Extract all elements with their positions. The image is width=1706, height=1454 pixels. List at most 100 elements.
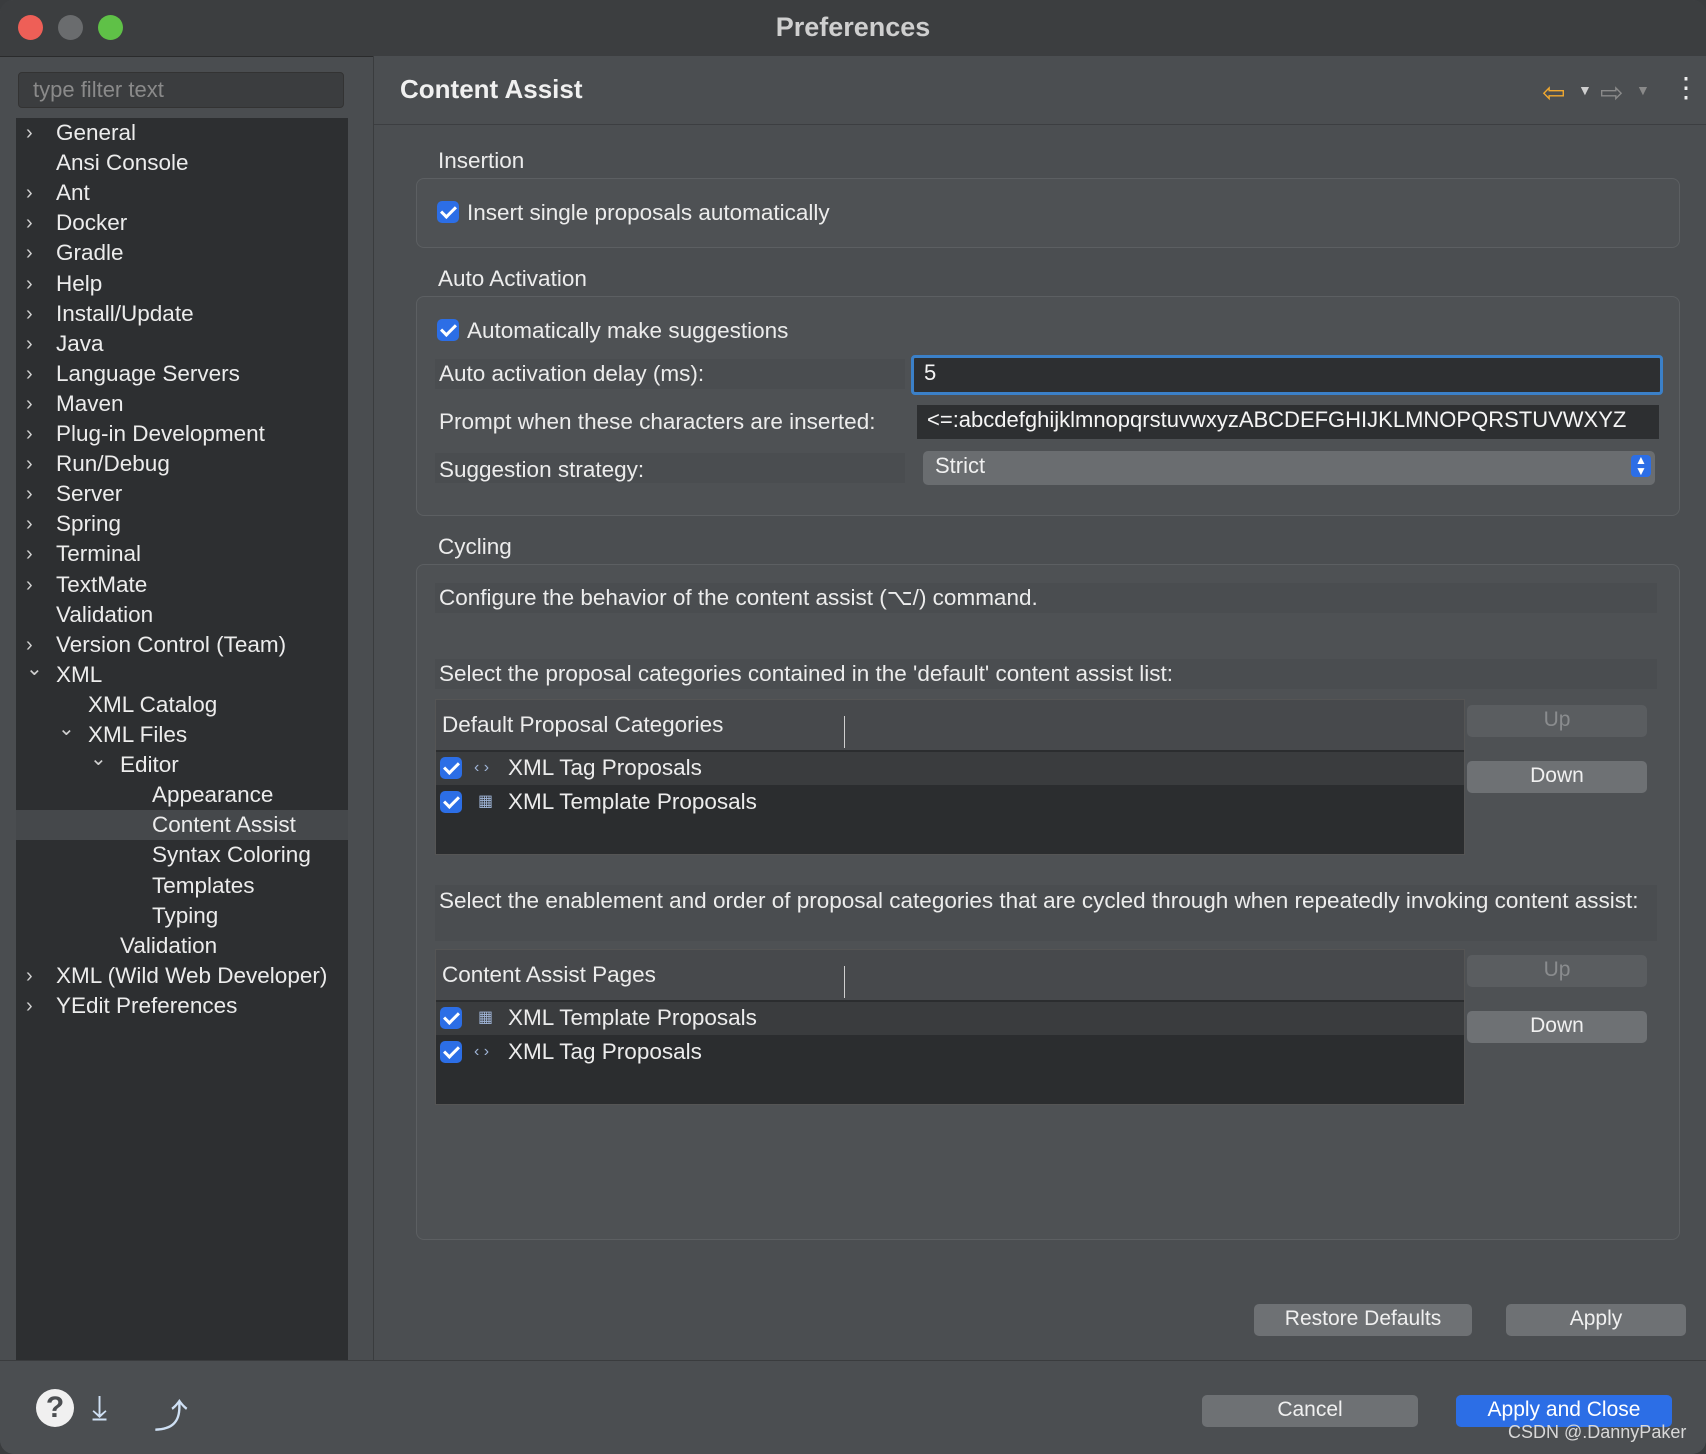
tree-item[interactable]: XML Catalog [16,690,348,720]
column-resize-handle[interactable] [844,716,845,748]
chevron-down-icon[interactable]: ⌄ [58,719,75,750]
delay-input[interactable]: 5 [911,355,1663,395]
tree-item-label: Validation [120,932,218,958]
tree-item[interactable]: › XML (Wild Web Developer) [16,961,348,991]
row-checkbox[interactable] [440,1041,462,1063]
restore-defaults-button[interactable]: Restore Defaults [1254,1304,1472,1336]
tree-item[interactable]: › Terminal [16,539,348,569]
table-row[interactable]: ▦ XML Template Proposals [436,786,1464,819]
tree-item-label: Version Control (Team) [56,631,287,657]
chevron-right-icon[interactable]: › [26,299,42,329]
chevron-right-icon[interactable]: › [26,961,42,991]
apply-button[interactable]: Apply [1506,1304,1686,1336]
xml-template-icon: ▦ [478,1009,494,1026]
header-divider [374,124,1706,125]
tree-item[interactable]: ⌄ XML Files [16,719,348,750]
tree-item[interactable]: Appearance [16,780,348,810]
tree-item[interactable]: › Server [16,479,348,509]
chevron-right-icon[interactable]: › [26,539,42,569]
default-categories-header-label: Default Proposal Categories [442,712,724,737]
tree-item[interactable]: › YEdit Preferences [16,991,348,1021]
forward-history-dropdown-icon[interactable]: ▼ [1636,82,1650,98]
tree-item-label: Language Servers [56,360,240,386]
tree-item[interactable]: Typing [16,901,348,931]
chevron-right-icon[interactable]: › [26,238,42,268]
tree-item[interactable]: › Help [16,269,348,299]
import-icon[interactable]: ⤓ [92,1389,107,1428]
tree-item[interactable]: › Spring [16,509,348,539]
tree-item[interactable]: Validation [16,931,348,961]
tree-item[interactable]: › Docker [16,208,348,238]
chevron-right-icon[interactable]: › [26,630,42,660]
export-icon[interactable]: ⤴ [154,1389,188,1438]
auto-suggest-checkbox[interactable] [437,319,459,341]
tree-item[interactable]: › Plug-in Development [16,419,348,449]
chevron-down-icon[interactable]: ⌄ [90,749,107,780]
tree-item[interactable]: Ansi Console [16,148,348,178]
help-icon[interactable]: ? [36,1389,74,1427]
chevron-right-icon[interactable]: › [26,991,42,1021]
tree-item[interactable]: › TextMate [16,570,348,600]
tree-item-label: YEdit Preferences [56,992,238,1018]
tree-item[interactable]: › Install/Update [16,299,348,329]
tree-item-label: Appearance [152,782,274,808]
chevron-right-icon[interactable]: › [26,389,42,419]
cycling-group-label: Cycling [438,534,512,559]
chevron-right-icon[interactable]: › [26,178,42,208]
suggestion-strategy-value: Strict [935,453,986,478]
tree-item[interactable]: › General [16,118,348,148]
content-assist-pages-header[interactable]: Content Assist Pages [436,950,1464,1000]
tree-item[interactable]: ⌄ Editor [16,749,348,780]
table-row[interactable]: ‹ › XML Tag Proposals [436,752,1464,785]
row-label: XML Tag Proposals [508,1039,702,1064]
row-checkbox[interactable] [440,757,462,779]
pages-down-button[interactable]: Down [1467,1011,1647,1043]
chevron-right-icon[interactable]: › [26,509,42,539]
chevron-right-icon[interactable]: › [26,329,42,359]
insert-single-label: Insert single proposals automatically [467,200,830,225]
preference-tree: › General Ansi Console › Ant › Docker › Gradle › H… [16,118,348,1360]
window-title: Preferences [775,12,931,42]
prompt-characters-input[interactable]: <=:abcdefghijklmnopqrstuvwxyzABCDEFGHIJK… [917,405,1659,439]
tree-item[interactable]: › Maven [16,389,348,419]
tree-item-label: XML (Wild Web Developer) [56,962,328,988]
tree-item[interactable]: ⌄ XML [16,659,348,690]
tree-item[interactable]: Content Assist [16,810,348,841]
tree-item[interactable]: Templates [16,871,348,901]
chevron-right-icon[interactable]: › [26,419,42,449]
tree-item[interactable]: › Java [16,329,348,359]
filter-input[interactable]: type filter text [18,72,344,108]
tree-item[interactable]: Validation [16,600,348,630]
chevron-right-icon[interactable]: › [26,118,42,148]
chevron-down-icon[interactable]: ⌄ [26,659,43,690]
back-arrow-icon[interactable]: ⇦ [1542,76,1565,109]
row-checkbox[interactable] [440,791,462,813]
column-resize-handle[interactable] [844,966,845,998]
default-down-button[interactable]: Down [1467,761,1647,793]
tree-item[interactable]: › Ant [16,178,348,208]
chevron-right-icon[interactable]: › [26,570,42,600]
cancel-button[interactable]: Cancel [1202,1395,1418,1427]
default-categories-header[interactable]: Default Proposal Categories [436,700,1464,750]
table-row[interactable]: ▦ XML Template Proposals [436,1002,1464,1035]
more-options-icon[interactable]: ⋮ [1672,74,1700,102]
tree-item[interactable]: › Run/Debug [16,449,348,479]
insert-single-checkbox[interactable] [437,201,459,223]
forward-arrow-icon[interactable]: ⇨ [1600,76,1623,109]
chevron-right-icon[interactable]: › [26,269,42,299]
tree-item[interactable]: Syntax Coloring [16,840,348,870]
chevron-right-icon[interactable]: › [26,449,42,479]
suggestion-strategy-select[interactable]: Strict ▲ ▼ [923,451,1655,485]
back-history-dropdown-icon[interactable]: ▼ [1578,82,1592,98]
sidebar: type filter text › General Ansi Console › An… [16,56,348,1360]
chevron-right-icon[interactable]: › [26,479,42,509]
tree-item[interactable]: › Version Control (Team) [16,630,348,660]
tree-item[interactable]: › Language Servers [16,359,348,389]
tree-item[interactable]: › Gradle [16,238,348,268]
table-row[interactable]: ‹ › XML Tag Proposals [436,1036,1464,1069]
pages-up-button[interactable]: Up [1467,955,1647,987]
chevron-right-icon[interactable]: › [26,208,42,238]
chevron-right-icon[interactable]: › [26,359,42,389]
default-up-button[interactable]: Up [1467,705,1647,737]
row-checkbox[interactable] [440,1007,462,1029]
